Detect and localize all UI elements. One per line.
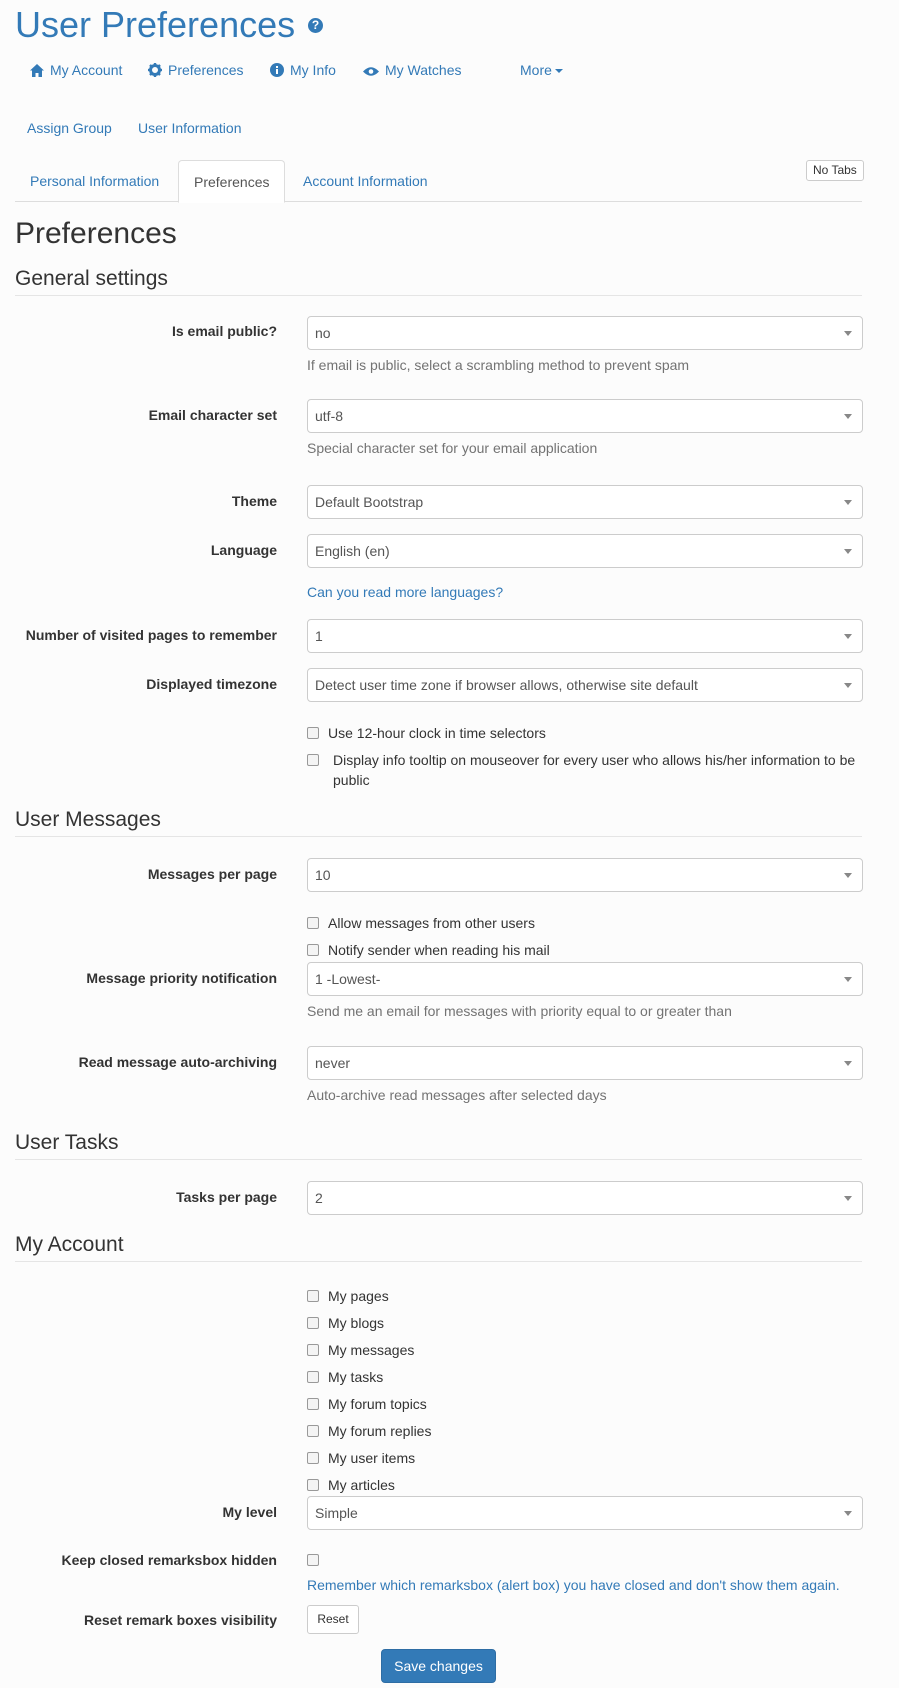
save-changes-button[interactable]: Save changes <box>381 1649 496 1683</box>
priority-help: Send me an email for messages with prior… <box>307 1003 732 1019</box>
language-label: Language <box>210 542 277 558</box>
tasks-per-page-select[interactable]: 2 <box>307 1181 863 1215</box>
allow-messages-checkbox[interactable] <box>307 917 319 929</box>
messages-per-page-label: Messages per page <box>147 866 277 882</box>
dropdown-arrow-icon <box>844 414 852 419</box>
preferences-heading: Preferences <box>15 217 177 250</box>
my-level-select[interactable]: Simple <box>307 1496 863 1530</box>
dropdown-arrow-icon <box>844 549 852 554</box>
dropdown-arrow-icon <box>844 977 852 982</box>
my-blogs-checkbox[interactable] <box>307 1317 319 1329</box>
account-item-my-blogs[interactable]: My blogs <box>307 1315 384 1331</box>
my-pages-checkbox[interactable] <box>307 1290 319 1302</box>
allow-messages-row[interactable]: Allow messages from other users <box>307 915 535 931</box>
remarks-hidden-checkbox[interactable] <box>307 1554 319 1566</box>
visited-pages-label: Number of visited pages to remember <box>25 627 277 643</box>
email-public-help: If email is public, select a scrambling … <box>307 357 690 373</box>
section-divider <box>15 836 862 837</box>
gear-icon <box>148 63 162 77</box>
my-messages-checkbox[interactable] <box>307 1344 319 1356</box>
nav-more-dropdown[interactable]: More <box>520 62 563 78</box>
no-tabs-button[interactable]: No Tabs <box>806 160 864 181</box>
dropdown-arrow-icon <box>844 634 852 639</box>
archiving-label: Read message auto-archiving <box>78 1054 277 1070</box>
tab-bar: Personal Information Preferences Account… <box>15 160 862 203</box>
my-articles-checkbox[interactable] <box>307 1479 319 1491</box>
theme-select[interactable]: Default Bootstrap <box>307 485 863 519</box>
tab-personal-information[interactable]: Personal Information <box>30 160 159 202</box>
clock12-checkbox-row[interactable]: Use 12-hour clock in time selectors <box>307 725 546 741</box>
notify-sender-checkbox[interactable] <box>307 944 319 956</box>
remarks-hidden-checkbox-wrap[interactable] <box>307 1552 328 1568</box>
nav-my-watches[interactable]: My Watches <box>363 62 462 78</box>
dropdown-arrow-icon <box>844 873 852 878</box>
remarks-hidden-label: Keep closed remarksbox hidden <box>61 1552 277 1568</box>
my-user-items-checkbox[interactable] <box>307 1452 319 1464</box>
reset-remarks-label: Reset remark boxes visibility <box>84 1612 277 1628</box>
section-user-tasks: User Tasks <box>15 1131 119 1154</box>
section-user-messages: User Messages <box>15 808 161 831</box>
my-forum-replies-checkbox[interactable] <box>307 1425 319 1437</box>
caret-down-icon <box>554 69 563 73</box>
dropdown-arrow-icon <box>844 1196 852 1201</box>
section-divider <box>15 295 862 296</box>
account-item-my-forum-topics[interactable]: My forum topics <box>307 1396 427 1412</box>
account-item-my-tasks[interactable]: My tasks <box>307 1369 383 1385</box>
section-general-settings: General settings <box>15 267 168 290</box>
my-forum-topics-checkbox[interactable] <box>307 1398 319 1410</box>
remarks-hidden-help: Remember which remarksbox (alert box) yo… <box>307 1577 840 1593</box>
home-icon <box>30 64 44 77</box>
email-charset-help: Special character set for your email app… <box>307 440 598 456</box>
email-charset-label: Email character set <box>148 407 277 423</box>
timezone-label: Displayed timezone <box>146 676 277 692</box>
dropdown-arrow-icon <box>844 683 852 688</box>
theme-label: Theme <box>231 493 277 509</box>
email-public-select[interactable]: no <box>307 316 863 350</box>
subnav-assign-group[interactable]: Assign Group <box>27 120 112 136</box>
tasks-per-page-label: Tasks per page <box>176 1189 277 1205</box>
my-level-label: My level <box>222 1504 277 1520</box>
tab-account-information[interactable]: Account Information <box>303 160 428 202</box>
account-item-my-forum-replies[interactable]: My forum replies <box>307 1423 431 1439</box>
tooltip-checkbox-row[interactable]: Display info tooltip on mouseover for ev… <box>307 750 867 790</box>
dropdown-arrow-icon <box>844 500 852 505</box>
messages-per-page-select[interactable]: 10 <box>307 858 863 892</box>
timezone-select[interactable]: Detect user time zone if browser allows,… <box>307 668 863 702</box>
dropdown-arrow-icon <box>844 1061 852 1066</box>
my-tasks-checkbox[interactable] <box>307 1371 319 1383</box>
account-item-my-pages[interactable]: My pages <box>307 1288 389 1304</box>
account-item-my-articles[interactable]: My articles <box>307 1477 395 1493</box>
dropdown-arrow-icon <box>844 1511 852 1516</box>
help-icon[interactable]: ? <box>308 18 323 33</box>
priority-select[interactable]: 1 -Lowest- <box>307 962 863 996</box>
page-title: User Preferences <box>15 4 296 45</box>
subnav-user-information[interactable]: User Information <box>138 120 241 136</box>
reset-button[interactable]: Reset <box>307 1605 359 1634</box>
tooltip-checkbox[interactable] <box>307 754 319 766</box>
email-public-label: Is email public? <box>171 323 277 339</box>
visited-pages-select[interactable]: 1 <box>307 619 863 653</box>
eye-icon <box>363 67 379 76</box>
info-icon <box>270 63 284 77</box>
account-item-my-user-items[interactable]: My user items <box>307 1450 415 1466</box>
section-divider <box>15 1261 862 1262</box>
nav-my-info[interactable]: My Info <box>270 62 336 78</box>
notify-sender-row[interactable]: Notify sender when reading his mail <box>307 942 550 958</box>
tab-preferences[interactable]: Preferences <box>178 160 286 203</box>
nav-my-account[interactable]: My Account <box>30 62 122 78</box>
more-languages-link[interactable]: Can you read more languages? <box>307 584 503 600</box>
section-my-account: My Account <box>15 1233 124 1256</box>
priority-label: Message priority notification <box>86 970 277 986</box>
email-charset-select[interactable]: utf-8 <box>307 399 863 433</box>
archiving-select[interactable]: never <box>307 1046 863 1080</box>
section-divider <box>15 1159 862 1160</box>
archiving-help: Auto-archive read messages after selecte… <box>307 1087 607 1103</box>
nav-preferences[interactable]: Preferences <box>148 62 243 78</box>
dropdown-arrow-icon <box>844 331 852 336</box>
account-item-my-messages[interactable]: My messages <box>307 1342 414 1358</box>
language-select[interactable]: English (en) <box>307 534 863 568</box>
clock12-checkbox[interactable] <box>307 727 319 739</box>
